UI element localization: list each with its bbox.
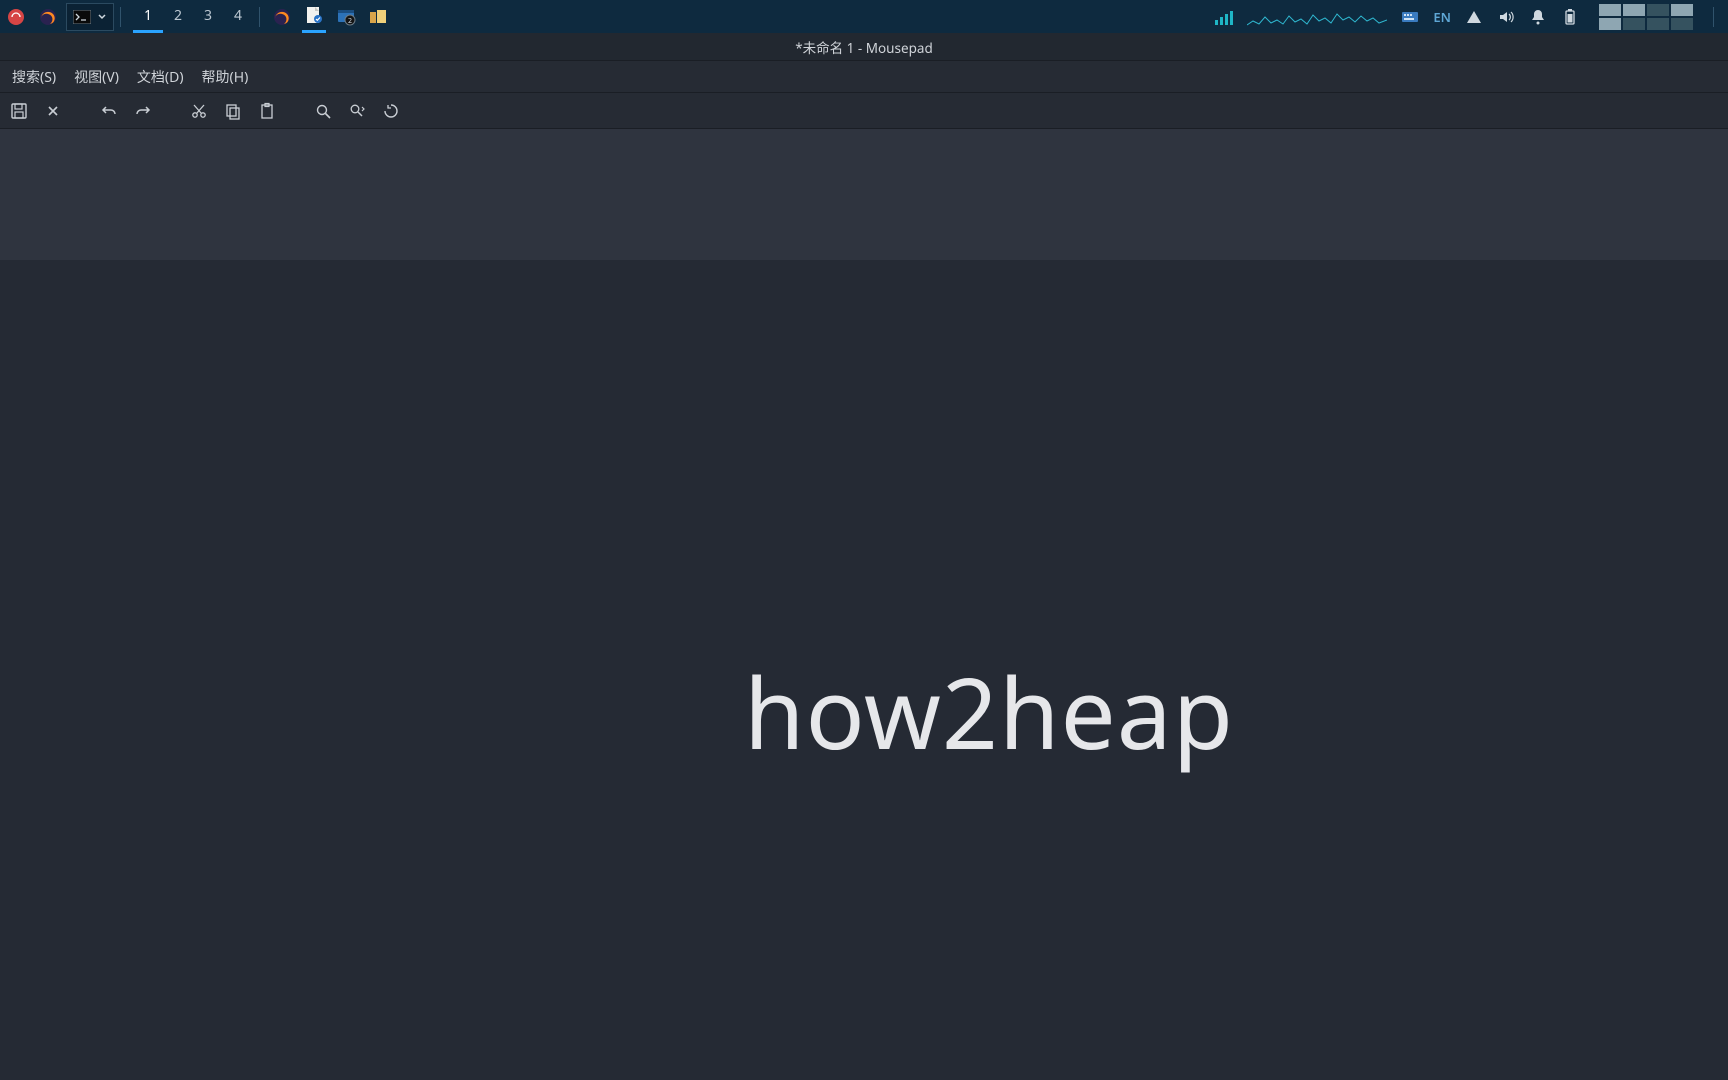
language-indicator[interactable]: EN	[1433, 8, 1451, 26]
text-editor-area[interactable]	[0, 129, 1728, 260]
paste-button[interactable]	[254, 98, 280, 124]
window-title: *未命名 1 - Mousepad	[795, 37, 933, 57]
workspace-switcher: 1 2 3 4	[133, 0, 253, 33]
workspace-3[interactable]: 3	[193, 0, 223, 33]
chevron-down-icon	[97, 12, 107, 22]
separator	[1713, 7, 1714, 27]
network-signal-icon[interactable]	[1215, 9, 1233, 25]
cpu-graph[interactable]	[1247, 7, 1387, 27]
running-app-wine-icon[interactable]: 2	[334, 5, 358, 29]
wifi-icon[interactable]	[1465, 8, 1483, 26]
menu-help[interactable]: 帮助(H)	[202, 67, 249, 87]
separator	[120, 7, 121, 27]
find-button[interactable]	[310, 98, 336, 124]
running-app-firefox-icon[interactable]	[270, 5, 294, 29]
taskbar-left: 1 2 3 4 2	[0, 0, 394, 33]
undo-button[interactable]	[96, 98, 122, 124]
goto-button[interactable]	[378, 98, 404, 124]
workspace-pager[interactable]	[1599, 4, 1693, 30]
headline-text: how2heap	[744, 644, 1234, 778]
save-button[interactable]	[6, 98, 32, 124]
redo-button[interactable]	[130, 98, 156, 124]
running-app-files-icon[interactable]	[366, 5, 390, 29]
menu-document[interactable]: 文档(D)	[137, 67, 184, 87]
volume-icon[interactable]	[1497, 8, 1515, 26]
firefox-icon[interactable]	[36, 5, 60, 29]
workspace-4[interactable]: 4	[223, 0, 253, 33]
taskbar-right: EN	[1215, 0, 1728, 33]
copy-button[interactable]	[220, 98, 246, 124]
cut-button[interactable]	[186, 98, 212, 124]
window-titlebar[interactable]: *未命名 1 - Mousepad	[0, 33, 1728, 61]
mousepad-window: *未命名 1 - Mousepad 搜索(S) 视图(V) 文档(D) 帮助(H…	[0, 33, 1728, 260]
running-app-editor-icon[interactable]	[302, 0, 326, 33]
terminal-launcher[interactable]	[66, 3, 114, 31]
workspace-2[interactable]: 2	[163, 0, 193, 33]
keyboard-layout-icon[interactable]	[1401, 8, 1419, 26]
desktop-background: how2heap	[0, 260, 1728, 1080]
find-replace-button[interactable]	[344, 98, 370, 124]
system-taskbar: 1 2 3 4 2 EN	[0, 0, 1728, 33]
notifications-icon[interactable]	[1529, 8, 1547, 26]
battery-icon[interactable]	[1561, 8, 1579, 26]
svg-text:2: 2	[348, 17, 352, 26]
toolbar	[0, 93, 1728, 129]
close-tab-button[interactable]	[40, 98, 66, 124]
app-launcher-icon[interactable]	[4, 5, 28, 29]
menu-search[interactable]: 搜索(S)	[12, 67, 56, 87]
menu-view[interactable]: 视图(V)	[74, 67, 119, 87]
workspace-1[interactable]: 1	[133, 0, 163, 33]
separator	[259, 7, 260, 27]
menubar: 搜索(S) 视图(V) 文档(D) 帮助(H)	[0, 61, 1728, 93]
